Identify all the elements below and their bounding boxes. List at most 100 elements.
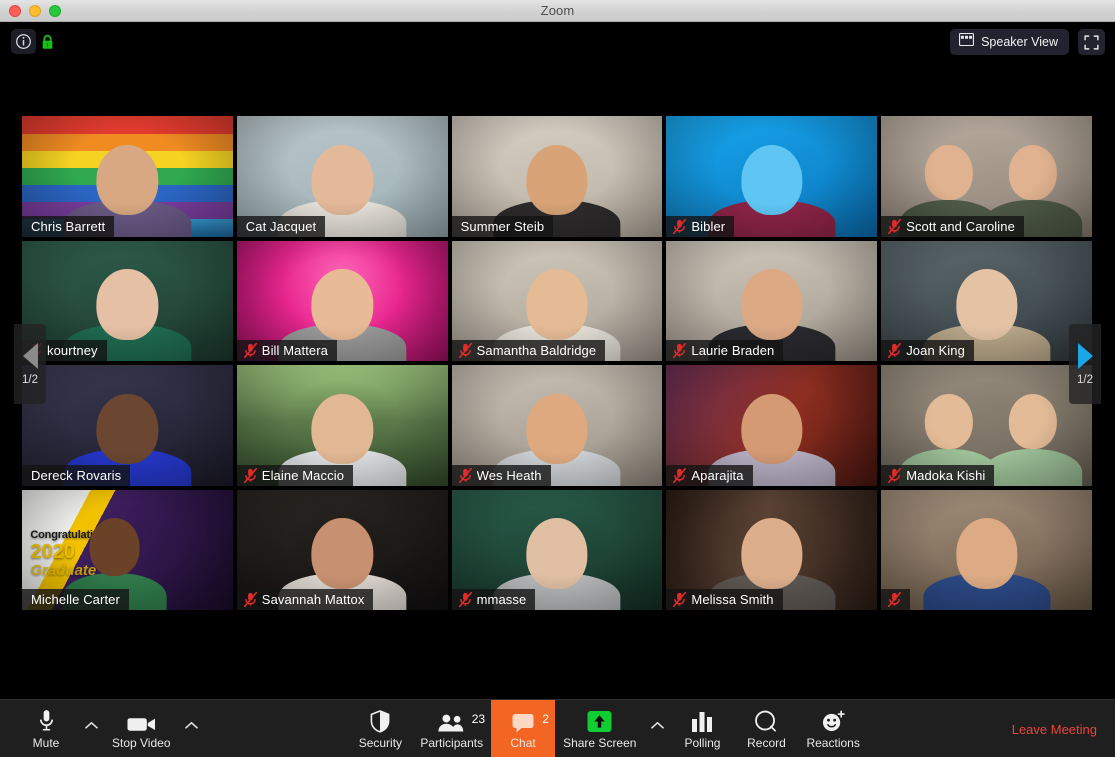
participant-nameplate: Dereck Rovaris [22, 464, 131, 486]
participant-nameplate: Wes Heath [451, 464, 551, 486]
participant-name: Wes Heath [476, 467, 542, 483]
reactions-button[interactable]: Reactions [798, 700, 867, 757]
participant-figure [983, 392, 1083, 486]
participant-tile[interactable]: Madoka Kishi [881, 365, 1092, 486]
participant-head [311, 144, 373, 216]
participant-tile[interactable]: Aparajita [666, 365, 878, 486]
participant-nameplate: Bibler [666, 215, 735, 237]
info-icon[interactable] [11, 29, 36, 54]
leave-meeting-button[interactable]: Leave Meeting [1012, 700, 1115, 757]
participant-nameplate: Samantha Baldridge [451, 340, 606, 361]
bar-chart-icon [691, 709, 713, 733]
meeting-topbar: Speaker View [0, 22, 1115, 62]
chat-bubble-icon [512, 709, 534, 733]
participant-tile[interactable]: Savannah Mattox [236, 489, 448, 610]
participant-tile[interactable]: Scott and Caroline [881, 116, 1092, 237]
chevron-right-icon [1077, 342, 1093, 369]
participant-head [526, 518, 588, 589]
polling-label: Polling [684, 735, 721, 750]
participants-button[interactable]: Participants 23 [412, 700, 491, 757]
participant-tile[interactable]: Joan King [881, 240, 1092, 361]
participant-name: Michelle Carter [31, 592, 120, 607]
video-options-chevron[interactable] [179, 700, 205, 757]
participant-tile[interactable] [881, 489, 1092, 610]
participant-head [741, 518, 803, 589]
participant-name: kourtney [47, 343, 98, 358]
lock-icon[interactable] [38, 32, 57, 51]
video-gallery-grid: Chris Barrett Cat Jacquet Summer Steib Bibl… [22, 116, 1092, 610]
participant-head [924, 144, 973, 200]
participant-nameplate: Cat Jacquet [236, 215, 326, 237]
next-page-button[interactable]: 1/2 [1069, 324, 1101, 404]
polling-button[interactable]: Polling [670, 700, 734, 757]
fullscreen-icon[interactable] [1078, 29, 1105, 55]
participant-head [955, 269, 1018, 340]
participant-tile[interactable]: Elaine Maccio [236, 365, 448, 486]
record-button[interactable]: Record [734, 700, 798, 757]
participant-head [741, 393, 803, 465]
muted-microphone-icon [673, 467, 687, 483]
grid-view-icon [959, 32, 975, 51]
leave-meeting-label: Leave Meeting [1011, 721, 1097, 737]
participant-tile[interactable]: kourtney [22, 240, 233, 361]
participant-name: Scott and Caroline [906, 218, 1015, 234]
muted-microphone-icon [888, 218, 902, 234]
participant-name: Laurie Braden [691, 343, 775, 358]
audio-options-chevron[interactable] [78, 700, 104, 757]
participant-tile[interactable]: Bibler [666, 116, 878, 237]
participant-nameplate: Melissa Smith [666, 589, 783, 610]
muted-microphone-icon [243, 467, 257, 483]
stop-video-button[interactable]: Stop Video [104, 700, 179, 757]
muted-microphone-icon [458, 467, 472, 483]
participant-figure [922, 516, 1051, 610]
mute-button[interactable]: Mute [14, 700, 78, 757]
participant-tile[interactable]: Dereck Rovaris [22, 365, 233, 486]
reactions-label: Reactions [806, 735, 860, 750]
participant-head [89, 518, 140, 576]
participant-nameplate: Joan King [881, 340, 974, 361]
participant-tile[interactable]: mmasse [451, 489, 663, 610]
participant-nameplate: Madoka Kishi [881, 464, 995, 486]
participant-head [96, 144, 159, 216]
participant-tile[interactable]: Bill Mattera [236, 240, 448, 361]
security-button[interactable]: Security [348, 700, 412, 757]
share-options-chevron[interactable] [644, 700, 670, 757]
meeting-toolbar: Mute Stop Video Security Participants 23… [0, 699, 1115, 757]
participant-tile[interactable]: Laurie Braden [666, 240, 878, 361]
zoom-window: Zoom Speaker View Chris Barrett Cat Jacq… [0, 0, 1115, 757]
participant-tile[interactable]: Summer Steib [451, 116, 663, 237]
previous-page-button[interactable]: 1/2 [14, 324, 46, 404]
participant-name: Bibler [691, 218, 726, 234]
participant-nameplate: Bill Mattera [236, 340, 338, 361]
participant-name: Madoka Kishi [906, 467, 986, 483]
muted-microphone-icon [888, 467, 902, 483]
shield-icon [370, 709, 390, 733]
stop-video-label: Stop Video [112, 735, 171, 750]
participant-nameplate [881, 589, 911, 610]
participant-nameplate: Scott and Caroline [881, 215, 1024, 237]
participant-name: Aparajita [691, 467, 744, 483]
participant-name: mmasse [476, 592, 527, 607]
participant-tile[interactable]: Congratulations 2020 Graduate Michelle Cart… [22, 489, 233, 610]
participant-head [741, 144, 803, 216]
participant-tile[interactable]: Cat Jacquet [236, 116, 448, 237]
speaker-view-button[interactable]: Speaker View [950, 29, 1069, 55]
participant-head [526, 393, 588, 465]
participant-head [96, 269, 159, 340]
participant-head [311, 518, 373, 589]
share-screen-label: Share Screen [563, 735, 637, 750]
participant-nameplate: Aparajita [666, 464, 753, 486]
participant-tile[interactable]: Wes Heath [451, 365, 663, 486]
participant-nameplate: Savannah Mattox [236, 589, 374, 610]
muted-microphone-icon [243, 343, 257, 358]
participant-tile[interactable]: Samantha Baldridge [451, 240, 663, 361]
chat-button[interactable]: Chat 2 [491, 700, 556, 757]
muted-microphone-icon [673, 343, 687, 358]
participant-tile[interactable]: Melissa Smith [666, 489, 878, 610]
share-screen-button[interactable]: Share Screen [555, 700, 644, 757]
participant-head [311, 269, 373, 340]
record-circle-icon [754, 709, 779, 733]
participant-head [1009, 144, 1057, 200]
muted-microphone-icon [458, 343, 472, 358]
participant-tile[interactable]: Chris Barrett [22, 116, 233, 237]
